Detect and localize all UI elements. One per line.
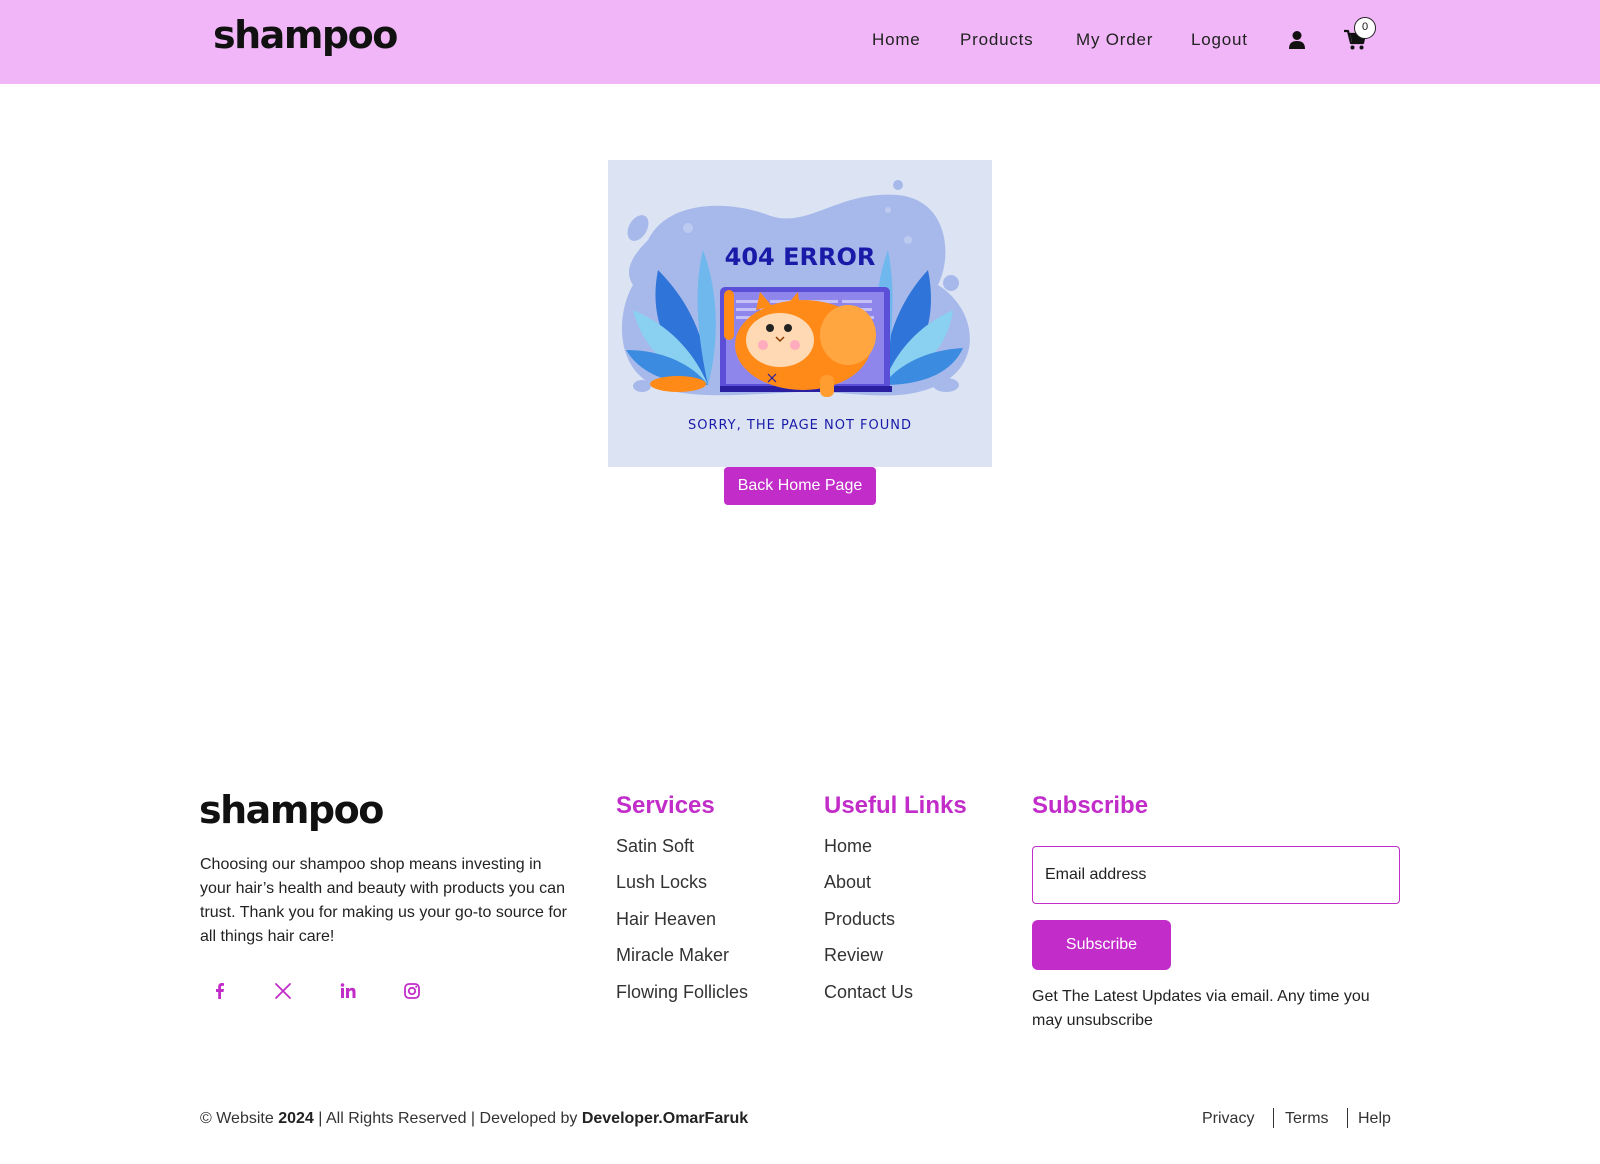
user-icon[interactable]	[1288, 30, 1306, 54]
help-link[interactable]: Help	[1358, 1110, 1391, 1128]
nav-products[interactable]: Products	[960, 30, 1034, 50]
linkedin-icon[interactable]	[336, 979, 360, 1003]
nav-my-order[interactable]: My Order	[1076, 30, 1153, 50]
services-link[interactable]: Flowing Follicles	[616, 982, 748, 1003]
copyright-middle: | All Rights Reserved | Developed by	[318, 1110, 578, 1127]
cart-count-badge: 0	[1354, 17, 1376, 39]
services-link[interactable]: Lush Locks	[616, 872, 707, 893]
footer-logo[interactable]: shampoo	[199, 788, 384, 832]
subscribe-note: Get The Latest Updates via email. Any ti…	[1032, 988, 1370, 1029]
useful-links-title: Useful Links	[824, 792, 967, 819]
useful-link-contact[interactable]: Contact Us	[824, 982, 913, 1003]
services-link[interactable]: Miracle Maker	[616, 945, 729, 966]
nav-logout[interactable]: Logout	[1191, 30, 1248, 50]
copyright: © Website 2024 | All Rights Reserved | D…	[200, 1110, 748, 1128]
terms-link[interactable]: Terms	[1285, 1110, 1329, 1128]
useful-link-products[interactable]: Products	[824, 909, 895, 930]
x-icon[interactable]	[271, 979, 295, 1003]
services-link[interactable]: Hair Heaven	[616, 909, 716, 930]
site-logo[interactable]: shampoo	[213, 13, 398, 57]
legal-divider	[1273, 1108, 1274, 1128]
privacy-link[interactable]: Privacy	[1202, 1110, 1254, 1128]
error-message: SORRY, THE PAGE NOT FOUND	[687, 418, 913, 433]
copyright-prefix: © Website	[200, 1110, 274, 1127]
email-field[interactable]	[1032, 846, 1400, 904]
error-heading: 404 ERROR	[724, 243, 876, 271]
subscribe-title: Subscribe	[1032, 792, 1149, 819]
error-illustration: 404 ERROR SORRY, THE PAGE NOT FOUND	[608, 160, 992, 467]
developer-name: Developer.OmarFaruk	[581, 1110, 749, 1127]
site-header: shampoo Home Products My Order Logout 0	[0, 0, 1600, 84]
copyright-year: 2024	[278, 1110, 314, 1127]
services-link[interactable]: Satin Soft	[616, 836, 694, 857]
back-home-button[interactable]: Back Home Page	[724, 467, 876, 505]
nav-home[interactable]: Home	[872, 30, 921, 50]
legal-divider	[1347, 1108, 1348, 1128]
services-title: Services	[616, 792, 715, 819]
footer-about-text: Choosing our shampoo shop means investin…	[200, 856, 567, 945]
useful-link-home[interactable]: Home	[824, 836, 872, 857]
useful-link-review[interactable]: Review	[824, 945, 883, 966]
facebook-icon[interactable]	[208, 979, 232, 1003]
useful-link-about[interactable]: About	[824, 872, 871, 893]
instagram-icon[interactable]	[400, 979, 424, 1003]
subscribe-button[interactable]: Subscribe	[1032, 920, 1171, 970]
